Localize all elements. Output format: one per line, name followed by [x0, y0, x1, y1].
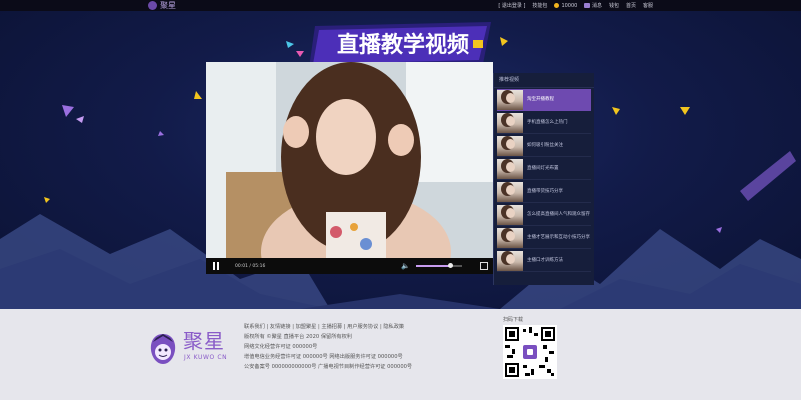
- volume-slider[interactable]: [416, 263, 462, 268]
- top-nav: [ 退出登录 ] 技能包 10000 消息 钱包 首页 客服: [498, 0, 653, 11]
- volume-icon[interactable]: 🔈: [401, 262, 410, 270]
- list-item-title: 直播带货技巧分享: [527, 188, 563, 194]
- footer-brand-sub: JX KUWO CN: [184, 354, 228, 361]
- pause-icon: [213, 262, 215, 270]
- pause-icon: [217, 262, 219, 270]
- video-list-header: 推荐视频: [494, 73, 594, 88]
- list-item-title: 手机直播怎么上热门: [527, 119, 568, 125]
- volume-knob[interactable]: [448, 263, 453, 268]
- video-thumbnail: [497, 135, 523, 156]
- footer-line: 公安备案号 000000000000号 广播电视节目制作经营许可证 000000…: [244, 364, 413, 370]
- list-item-title: 淘宝开播教程: [527, 96, 554, 102]
- coin-icon: [554, 2, 560, 8]
- video-thumbnail: [497, 250, 523, 271]
- qr-label: 扫码下载: [503, 317, 524, 323]
- footer-line: 网络文化经营许可证 000000号: [244, 344, 318, 350]
- video-thumbnail: [497, 89, 523, 110]
- list-item[interactable]: 淘宝开播教程: [497, 89, 591, 111]
- coin-balance[interactable]: 10000: [554, 2, 578, 9]
- footer-logo-icon: [150, 334, 176, 364]
- messages-link[interactable]: 消息: [584, 2, 602, 9]
- video-thumbnail: [497, 181, 523, 202]
- logout-link[interactable]: [ 退出登录 ]: [498, 2, 525, 9]
- video-image: [206, 62, 493, 258]
- list-item[interactable]: 怎么提高直播间人气和观众留存: [497, 204, 591, 226]
- volume-fill: [416, 265, 451, 267]
- home-link[interactable]: 首页: [626, 2, 636, 9]
- list-item[interactable]: 直播带货技巧分享: [497, 181, 591, 203]
- wallet-link[interactable]: 钱包: [609, 2, 619, 9]
- video-thumbnail: [497, 112, 523, 133]
- service-link[interactable]: 客服: [643, 2, 653, 9]
- list-item[interactable]: 主播才艺展示和互动小技巧分享: [497, 227, 591, 249]
- list-item[interactable]: 手机直播怎么上热门: [497, 112, 591, 134]
- footer-links[interactable]: 联系我们 | 友情链接 | 加盟聚星 | 主播招募 | 用户服务协议 | 隐私政…: [244, 322, 412, 332]
- skills-link[interactable]: 技能包: [532, 2, 547, 9]
- messages-label: 消息: [591, 3, 602, 9]
- video-list: 推荐视频 淘宝开播教程 手机直播怎么上热门 如何吸引粉丝关注 直播间灯光布置 直…: [493, 73, 594, 285]
- list-item-title: 如何吸引粉丝关注: [527, 142, 563, 148]
- video-frame[interactable]: [206, 62, 493, 258]
- video-time: 00:01 / 05:16: [235, 263, 266, 269]
- video-thumbnail: [497, 227, 523, 248]
- footer-brand-name: 聚星: [183, 329, 225, 353]
- list-item-title: 主播才艺展示和互动小技巧分享: [527, 234, 590, 240]
- footer-line: 版权所有 ©聚星 直播平台 2020 保留所有权利: [244, 334, 352, 340]
- banner-title: 直播教学视频: [337, 32, 469, 58]
- video-thumbnail: [497, 158, 523, 179]
- logo-icon: [148, 1, 157, 10]
- message-icon: [584, 3, 591, 8]
- video-player[interactable]: 00:01 / 05:16 🔈: [206, 62, 493, 274]
- list-item-title: 主播口才训练方法: [527, 257, 563, 263]
- header-logo[interactable]: 聚星: [148, 0, 176, 11]
- list-item[interactable]: 如何吸引粉丝关注: [497, 135, 591, 157]
- footer-line: 增值电信业务经营许可证 000000号 网络出版服务许可证 000000号: [244, 354, 403, 360]
- pause-button[interactable]: [211, 262, 221, 271]
- list-item-title: 直播间灯光布置: [527, 165, 559, 171]
- video-controls: 00:01 / 05:16 🔈: [206, 258, 493, 274]
- list-item[interactable]: 主播口才训练方法: [497, 250, 591, 272]
- qr-code[interactable]: [503, 325, 557, 379]
- list-item[interactable]: 直播间灯光布置: [497, 158, 591, 180]
- coin-count: 10000: [561, 2, 578, 9]
- video-thumbnail: [497, 204, 523, 225]
- footer-text: 联系我们 | 友情链接 | 加盟聚星 | 主播招募 | 用户服务协议 | 隐私政…: [244, 322, 412, 372]
- list-item-title: 怎么提高直播间人气和观众留存: [527, 211, 590, 217]
- fullscreen-icon[interactable]: [480, 262, 488, 270]
- top-bar: [0, 0, 801, 11]
- header-brand-name: 聚星: [160, 1, 176, 10]
